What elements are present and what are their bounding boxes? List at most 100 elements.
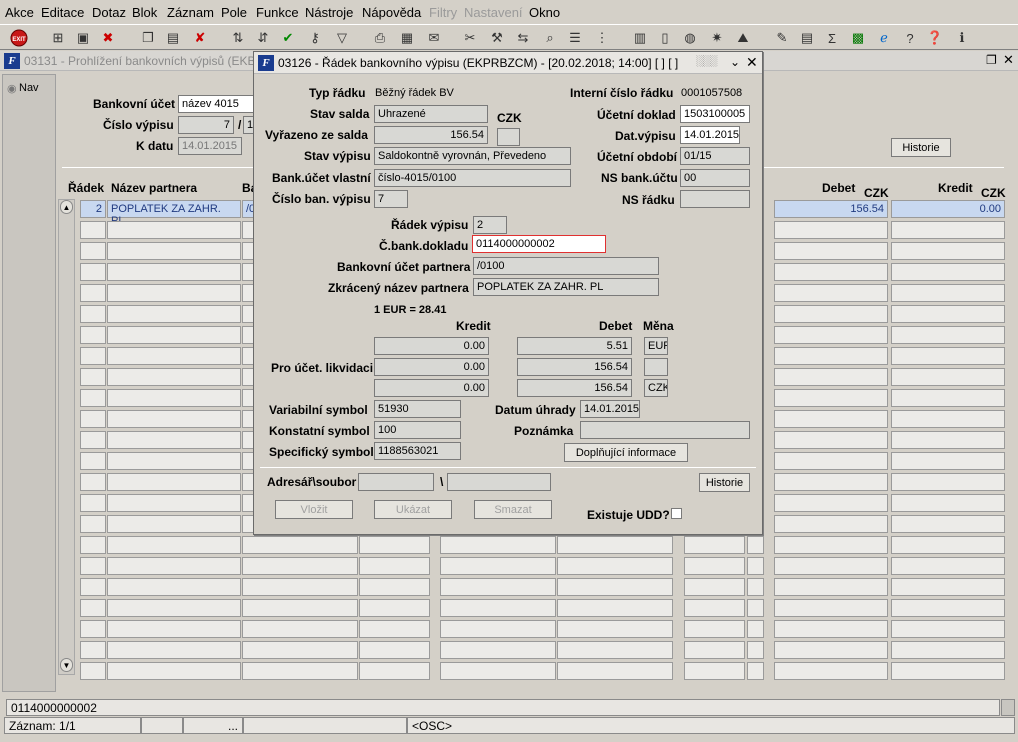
sort-icon[interactable]: ⇅ [228, 28, 248, 48]
ie-icon[interactable]: ℯ [874, 28, 894, 48]
partner-account-field[interactable]: /0100 [473, 257, 659, 275]
grid-cell[interactable] [107, 662, 241, 680]
grid-cell[interactable] [891, 284, 1005, 302]
grid-cell[interactable] [80, 347, 106, 365]
menu-napoveda[interactable]: Nápověda [362, 5, 421, 20]
liq-currency-eur-field[interactable]: EUR [644, 337, 668, 355]
scroll-up-icon[interactable]: ▲ [60, 200, 73, 214]
grid-cell[interactable] [80, 515, 106, 533]
grid-cell[interactable] [774, 305, 888, 323]
grid-cell[interactable] [774, 452, 888, 470]
menu-editace[interactable]: Editace [41, 5, 84, 20]
grid-cell[interactable] [80, 473, 106, 491]
note-field[interactable] [580, 421, 750, 439]
grid-cell[interactable] [80, 578, 106, 596]
grid-cell[interactable] [440, 599, 556, 617]
settings-icon[interactable]: ✷ [707, 28, 727, 48]
add-record-icon[interactable]: ⊞ [48, 28, 68, 48]
accounting-period-field[interactable]: 01/15 [680, 147, 750, 165]
grid-cell[interactable] [747, 620, 764, 638]
directory-field[interactable] [358, 473, 434, 491]
delete-button[interactable]: Smazat [474, 500, 552, 519]
removed-currency-field[interactable] [497, 128, 520, 146]
grid-cell[interactable] [242, 599, 358, 617]
grid-cell[interactable] [80, 410, 106, 428]
grid-cell[interactable] [107, 494, 241, 512]
liq-credit-czk-field[interactable]: 0.00 [374, 379, 489, 397]
key-icon[interactable]: ⚷ [305, 28, 325, 48]
grid-cell-selected[interactable]: 156.54 [774, 200, 888, 218]
globe-icon[interactable]: ◍ [680, 28, 700, 48]
grid-cell[interactable] [359, 557, 430, 575]
grid-cell[interactable] [774, 347, 888, 365]
grid-cell[interactable] [891, 263, 1005, 281]
grid-cell[interactable] [684, 578, 745, 596]
grid-cell[interactable] [747, 578, 764, 596]
grid-cell[interactable] [774, 599, 888, 617]
grid-cell[interactable] [107, 305, 241, 323]
menu-funkce[interactable]: Funkce [256, 5, 299, 20]
document-icon[interactable]: ▯ [655, 28, 675, 48]
specific-symbol-field[interactable]: 1188563021 [374, 442, 461, 460]
grid-cell[interactable] [107, 620, 241, 638]
grid-cell[interactable] [557, 599, 673, 617]
grid-cell[interactable] [359, 641, 430, 659]
grid-cell[interactable] [80, 662, 106, 680]
statement-row-field[interactable]: 2 [473, 216, 507, 234]
grid-cell[interactable] [774, 368, 888, 386]
grid-cell[interactable] [774, 473, 888, 491]
liq-currency-czk-field[interactable]: CZK [644, 379, 668, 397]
restore-icon[interactable]: ❐ [986, 53, 997, 67]
grid-cell[interactable] [107, 641, 241, 659]
grid-cell[interactable] [80, 536, 106, 554]
grid-cell[interactable] [684, 536, 745, 554]
grid-cell[interactable] [359, 662, 430, 680]
liq-debit-2-field[interactable]: 156.54 [517, 358, 632, 376]
grid-cell[interactable] [80, 599, 106, 617]
dialog-history-button[interactable]: Historie [699, 473, 750, 492]
grid-cell[interactable] [557, 620, 673, 638]
sort-desc-icon[interactable]: ⇵ [253, 28, 273, 48]
grid-cell[interactable] [684, 620, 745, 638]
grid-cell[interactable] [107, 368, 241, 386]
grid-cell[interactable] [80, 557, 106, 575]
report-icon[interactable]: ▤ [797, 28, 817, 48]
minimize-icon[interactable]: ⌄ [730, 55, 740, 69]
grid-cell[interactable] [107, 536, 241, 554]
radio-icon[interactable]: ◉ [7, 82, 17, 95]
grid-cell[interactable] [891, 242, 1005, 260]
grid-cell[interactable] [557, 662, 673, 680]
grid-cell[interactable] [891, 578, 1005, 596]
constant-symbol-field[interactable]: 100 [374, 421, 461, 439]
menu-dotaz[interactable]: Dotaz [92, 5, 126, 20]
help-icon[interactable]: ? [900, 28, 920, 48]
grid-cell[interactable] [107, 326, 241, 344]
grid-cell[interactable] [107, 347, 241, 365]
grid-cell[interactable] [774, 557, 888, 575]
grid-cell[interactable] [242, 620, 358, 638]
liq-debit-czk-field[interactable]: 156.54 [517, 379, 632, 397]
grid-cell[interactable] [80, 641, 106, 659]
grid-cell[interactable] [80, 242, 106, 260]
statement-date-field[interactable]: 14.01.2015 [680, 126, 740, 144]
grid-cell-selected[interactable]: POPLATEK ZA ZAHR. PL [107, 200, 241, 227]
balance-status-field[interactable]: Uhrazené [374, 105, 488, 123]
bank-account-field[interactable]: název 4015 [178, 95, 256, 113]
insert-button[interactable]: Vložit [275, 500, 353, 519]
grid-cell[interactable] [80, 263, 106, 281]
grid-cell[interactable] [774, 389, 888, 407]
ns-row-field[interactable] [680, 190, 750, 208]
grid-cell[interactable] [684, 557, 745, 575]
grid-cell[interactable] [891, 557, 1005, 575]
grid-cell[interactable] [107, 557, 241, 575]
grid-cell[interactable] [774, 515, 888, 533]
grid-cell[interactable] [891, 347, 1005, 365]
grid-cell[interactable] [774, 221, 888, 239]
date-field[interactable]: 14.01.2015 [178, 137, 242, 155]
grid-cell[interactable] [242, 557, 358, 575]
tree-icon[interactable]: ⋮ [592, 28, 612, 48]
grid-cell[interactable] [359, 599, 430, 617]
grid-cell[interactable] [80, 368, 106, 386]
grid-cell[interactable] [107, 410, 241, 428]
grid-cell[interactable] [774, 284, 888, 302]
